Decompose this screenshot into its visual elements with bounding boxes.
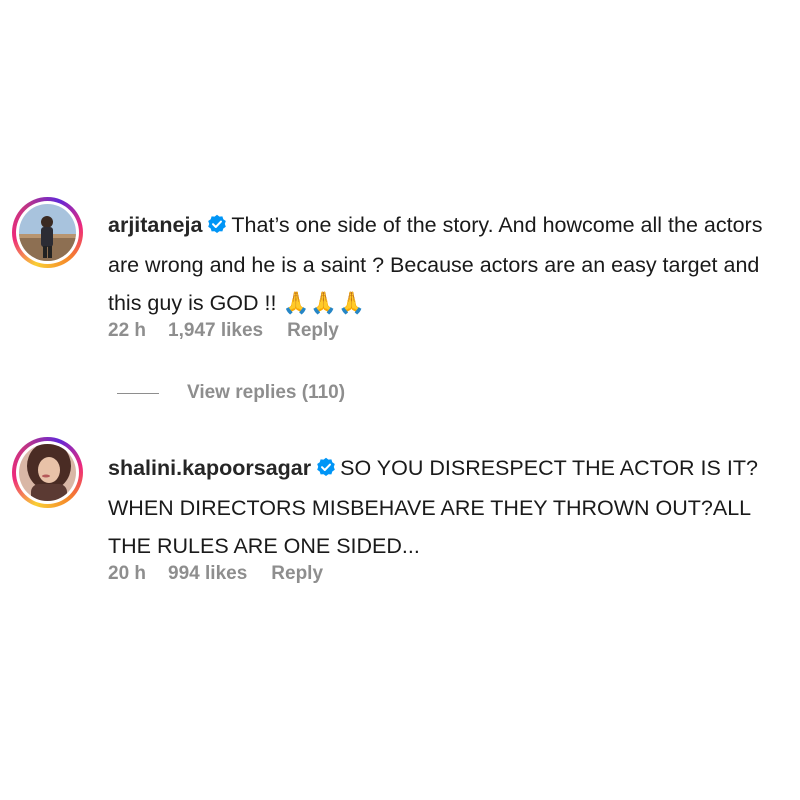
reply-button[interactable]: Reply	[271, 563, 323, 585]
verified-badge-icon	[207, 208, 227, 246]
divider-line	[117, 392, 159, 394]
view-replies-label: View replies (110)	[187, 382, 346, 403]
avatar-story-ring[interactable]	[12, 197, 83, 268]
comment-meta: 20 h 994 likes Reply	[108, 563, 345, 585]
verified-badge-icon	[316, 451, 336, 489]
comment-likes[interactable]: 1,947 likes	[168, 320, 263, 342]
avatar-story-ring[interactable]	[12, 437, 83, 508]
comment-meta: 22 h 1,947 likes Reply	[108, 320, 361, 342]
comment-likes[interactable]: 994 likes	[168, 563, 247, 585]
comment-timestamp[interactable]: 20 h	[108, 563, 146, 585]
folded-hands-emoji: 🙏🙏🙏	[282, 291, 366, 316]
comment-body: That’s one side of the story. And howcom…	[108, 213, 763, 315]
comment-username[interactable]: shalini.kapoorsagar	[108, 456, 311, 480]
avatar	[19, 204, 76, 261]
avatar	[19, 444, 76, 501]
comment-username[interactable]: arjitaneja	[108, 213, 202, 237]
comment-timestamp[interactable]: 22 h	[108, 320, 146, 342]
reply-button[interactable]: Reply	[287, 320, 339, 342]
view-replies-button[interactable]: View replies (110)	[117, 382, 345, 404]
